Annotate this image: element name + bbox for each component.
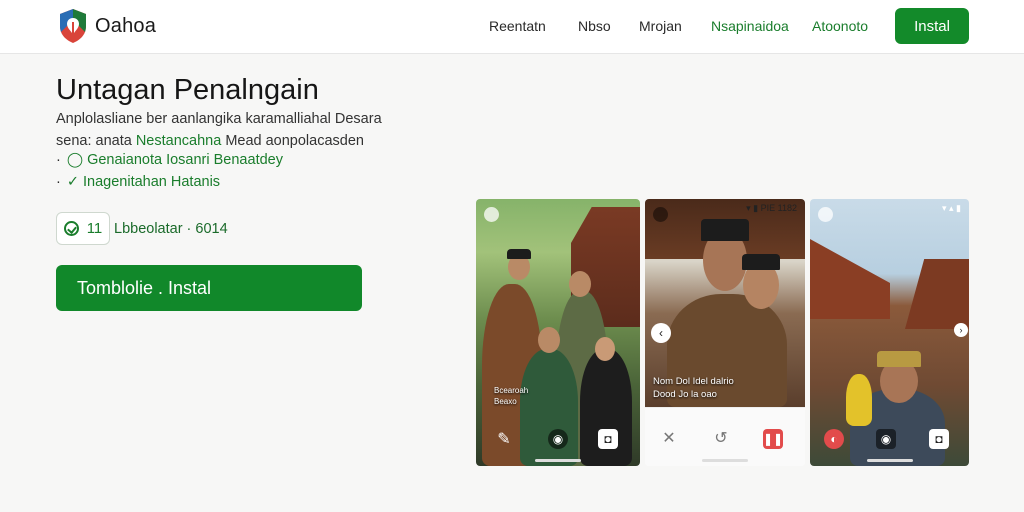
circle-icon: ◯ <box>66 152 84 168</box>
bullet: · <box>56 174 61 190</box>
feature-item-1: · ◯ Genaianota Iosanri Benaatdey <box>56 152 283 168</box>
record-icon[interactable]: ◉ <box>548 429 568 449</box>
heart-icon[interactable] <box>484 207 499 222</box>
roof-shape <box>905 259 969 329</box>
main-install-button[interactable]: Tomblolie . Instal <box>56 265 362 311</box>
screen-caption: Bcearoah Beaxo <box>494 385 528 407</box>
next-icon[interactable]: › <box>954 323 968 337</box>
bullet: · <box>56 152 61 168</box>
brand-name: Oahoa <box>95 15 157 37</box>
nav-item-atoonoto[interactable]: Atoonoto <box>812 18 868 34</box>
rewind-icon[interactable]: ↺ <box>711 428 731 448</box>
person-head <box>569 271 591 297</box>
rating-label: Lbbeolatar · 6014 <box>114 221 228 237</box>
person-head <box>538 327 560 353</box>
end-call-icon[interactable]: ◐ <box>824 429 844 449</box>
roof-shape <box>810 239 890 319</box>
app-screenshot-2[interactable]: ▾ ▮ PIE 1182 ‹ Nom Dol Idel dalrio Dood … <box>645 199 805 466</box>
feature-text: Inagenitahan Hatanis <box>83 174 221 190</box>
nav-item-reentatn[interactable]: Reentatn <box>489 18 546 34</box>
person-cap <box>877 351 921 367</box>
app-screenshot-3[interactable]: ▾ ▴ ▮ › ◐ ◉ ◘ <box>810 199 969 466</box>
screen-caption: Nom Dol Idel dalrio Dood Jo la oao <box>653 375 734 401</box>
home-indicator <box>866 459 913 462</box>
checkmark-icon: ✓ <box>66 174 79 190</box>
person-cap <box>507 249 531 259</box>
home-indicator <box>702 459 748 462</box>
caption-line: Nom Dol Idel dalrio <box>653 376 734 387</box>
record-icon[interactable]: ◉ <box>876 429 896 449</box>
nav-item-mrojan[interactable]: Mrojan <box>639 18 682 34</box>
camera-icon[interactable]: ◘ <box>929 429 949 449</box>
pause-icon[interactable]: ❚❚ <box>763 429 783 449</box>
rating-badge: 11 <box>56 212 110 245</box>
status-bar: ▾ ▴ ▮ <box>942 203 961 213</box>
header-install-button[interactable]: Instal <box>895 8 969 44</box>
close-icon[interactable]: ✕ <box>659 428 679 448</box>
home-indicator <box>535 459 581 462</box>
top-nav-bar: Oahoa Reentatn Nbso Mrojan Nsapinaidoa A… <box>0 0 1024 54</box>
feature-item-2: · ✓ Inagenitahan Hatanis <box>56 174 220 190</box>
wrench-icon[interactable]: ✎ <box>494 429 514 449</box>
person-cap <box>701 219 749 241</box>
caption-line: Beaxo <box>494 397 517 406</box>
nav-item-nsapinaidoa[interactable]: Nsapinaidoa <box>711 18 789 34</box>
person-figure <box>846 374 872 426</box>
hero-description-line-2: sena: anata Nestancahna Mead aonpolacasd… <box>56 133 364 149</box>
prev-icon[interactable]: ‹ <box>651 323 671 343</box>
person-cap <box>742 254 780 270</box>
camera-icon[interactable]: ◘ <box>598 429 618 449</box>
desc-text-pre: sena: anata <box>56 133 132 149</box>
app-screenshot-1[interactable]: Bcearoah Beaxo ✎ ◉ ◘ <box>476 199 640 466</box>
hero-description-line-1: Anplolasliane ber aanlangika karamalliah… <box>56 111 382 127</box>
brand-logo-icon[interactable] <box>58 8 88 44</box>
desc-highlight-link[interactable]: Nestancahna <box>136 133 221 149</box>
desc-text-post: Mead aonpolacasden <box>225 133 364 149</box>
action-bar: ✕ ↺ ❚❚ <box>645 407 805 466</box>
rating-value: 11 <box>86 220 103 237</box>
heart-icon[interactable] <box>818 207 833 222</box>
verified-check-icon <box>63 221 79 236</box>
heart-icon[interactable] <box>653 207 668 222</box>
caption-line: Bcearoah <box>494 386 529 395</box>
page-title: Untagan Penalngain <box>56 74 319 106</box>
feature-text: Genaianota Iosanri Benaatdey <box>87 152 283 168</box>
person-head <box>595 337 615 361</box>
person-figure <box>520 349 578 466</box>
caption-line: Dood Jo la oao <box>653 389 717 400</box>
status-bar: ▾ ▮ PIE 1182 <box>746 203 797 213</box>
nav-item-nbso[interactable]: Nbso <box>578 18 611 34</box>
